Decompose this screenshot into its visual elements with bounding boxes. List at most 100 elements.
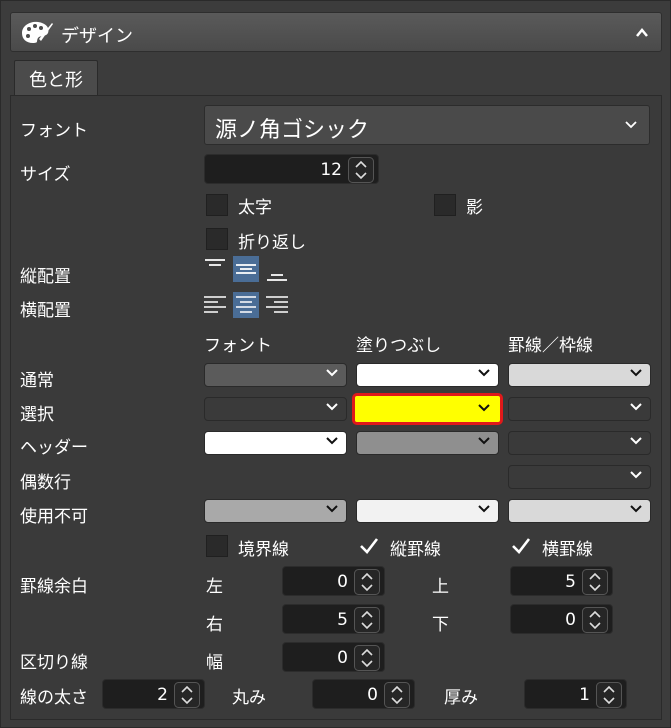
halign-left-button[interactable] [202, 292, 228, 318]
stepper-icon[interactable] [384, 682, 410, 708]
border-checkbox[interactable] [206, 535, 228, 557]
shadow-checkbox[interactable] [434, 194, 456, 216]
border-label: 境界線 [238, 540, 289, 560]
font-select[interactable]: 源ノ角ゴシック [204, 105, 650, 145]
margin-right-stepper[interactable]: 5 [282, 604, 385, 634]
margin-top-label: 上 [432, 577, 449, 597]
size-label: サイズ [20, 165, 71, 185]
hline-label: 横罫線 [542, 540, 593, 560]
size-value: 12 [320, 160, 342, 180]
row-label-disabled: 使用不可 [20, 507, 88, 527]
wrap-label: 折り返し [238, 233, 306, 253]
color-dropdown-disabled-font[interactable] [204, 499, 347, 523]
stepper-value: 0 [565, 610, 576, 630]
round-label: 丸み [232, 688, 266, 708]
stepper-icon[interactable] [596, 682, 622, 708]
row-label-normal: 通常 [20, 371, 54, 391]
chevron-down-icon [625, 121, 637, 129]
color-dropdown-header-font[interactable] [204, 431, 347, 455]
checkmark-icon [360, 538, 379, 554]
margin-left-stepper[interactable]: 0 [282, 566, 385, 596]
font-value: 源ノ角ゴシック [215, 118, 370, 143]
chevron-down-icon [326, 505, 338, 513]
color-dropdown-disabled-border[interactable] [508, 499, 651, 523]
stepper-value: 0 [337, 648, 348, 668]
row-label-even: 偶数行 [20, 473, 71, 493]
stepper-icon[interactable] [582, 569, 608, 595]
thickness-label: 厚み [444, 688, 478, 708]
halign-center-button[interactable] [233, 292, 259, 318]
vline-checkbox[interactable] [358, 535, 380, 557]
chevron-down-icon [478, 437, 490, 445]
wrap-checkbox[interactable] [206, 228, 228, 250]
color-dropdown-normal-border[interactable] [508, 363, 651, 387]
divider-width-label: 幅 [206, 653, 223, 673]
chevron-down-icon [478, 404, 490, 412]
color-dropdown-normal-font[interactable] [204, 363, 347, 387]
stepper-value: 1 [579, 685, 590, 705]
thickness-stepper[interactable]: 1 [524, 679, 627, 709]
valign-bottom-button[interactable] [264, 260, 290, 286]
color-dropdown-header-border[interactable] [508, 431, 651, 455]
size-stepper[interactable]: 12 [204, 154, 379, 184]
color-dropdown-disabled-fill[interactable] [356, 499, 499, 523]
margins-label: 罫線余白 [20, 577, 88, 597]
chevron-down-icon [326, 369, 338, 377]
collapse-icon[interactable] [635, 26, 649, 40]
stepper-icon[interactable] [174, 682, 200, 708]
col-header-fill: 塗りつぶし [356, 336, 442, 356]
chevron-down-icon [478, 505, 490, 513]
margin-bottom-stepper[interactable]: 0 [510, 604, 613, 634]
tab-label: 色と形 [29, 69, 83, 91]
stepper-icon[interactable] [354, 569, 380, 595]
chevron-down-icon [478, 369, 490, 377]
margin-bottom-label: 下 [432, 615, 449, 635]
stepper-icon[interactable] [582, 607, 608, 633]
margin-left-label: 左 [206, 577, 223, 597]
line-width-stepper[interactable]: 2 [102, 679, 205, 709]
vline-label: 縦罫線 [390, 540, 441, 560]
stepper-icon[interactable] [354, 645, 380, 671]
stepper-icon[interactable] [348, 157, 374, 183]
color-dropdown-header-fill[interactable] [356, 431, 499, 455]
stepper-value: 2 [157, 685, 168, 705]
color-dropdown-even-border[interactable] [508, 465, 651, 489]
stepper-icon[interactable] [354, 607, 380, 633]
row-label-header: ヘッダー [20, 438, 88, 458]
row-label-selected: 選択 [20, 405, 54, 425]
divider-label: 区切り線 [20, 653, 88, 673]
round-stepper[interactable]: 0 [312, 679, 415, 709]
halign-right-button[interactable] [264, 292, 290, 318]
panel-header[interactable]: デザイン [10, 12, 662, 52]
stepper-value: 0 [337, 572, 348, 592]
chevron-down-icon [630, 505, 642, 513]
col-header-font: フォント [204, 336, 272, 356]
line-width-label: 線の太さ [20, 688, 88, 708]
stepper-value: 5 [565, 572, 576, 592]
chevron-down-icon [326, 403, 338, 411]
chevron-down-icon [630, 369, 642, 377]
valign-top-button[interactable] [202, 256, 228, 282]
bold-label: 太字 [238, 198, 272, 218]
bold-checkbox[interactable] [206, 194, 228, 216]
halign-label: 横配置 [20, 301, 71, 321]
valign-label: 縦配置 [20, 267, 71, 287]
color-dropdown-selected-font[interactable] [204, 397, 347, 421]
tab-color-shape[interactable]: 色と形 [14, 60, 98, 96]
chevron-down-icon [326, 437, 338, 445]
color-dropdown-selected-border[interactable] [508, 397, 651, 421]
shadow-label: 影 [466, 198, 483, 218]
col-header-border: 罫線／枠線 [508, 336, 593, 356]
margin-top-stepper[interactable]: 5 [510, 566, 613, 596]
valign-middle-button[interactable] [233, 256, 259, 282]
panel-title: デザイン [61, 26, 133, 47]
divider-width-stepper[interactable]: 0 [282, 642, 385, 672]
color-dropdown-normal-fill[interactable] [356, 363, 499, 387]
color-dropdown-selected-fill[interactable] [352, 393, 503, 425]
checkmark-icon [512, 538, 531, 554]
margin-right-label: 右 [206, 615, 223, 635]
palette-icon [19, 19, 53, 45]
font-label: フォント [20, 121, 88, 141]
chevron-down-icon [630, 403, 642, 411]
hline-checkbox[interactable] [510, 535, 532, 557]
